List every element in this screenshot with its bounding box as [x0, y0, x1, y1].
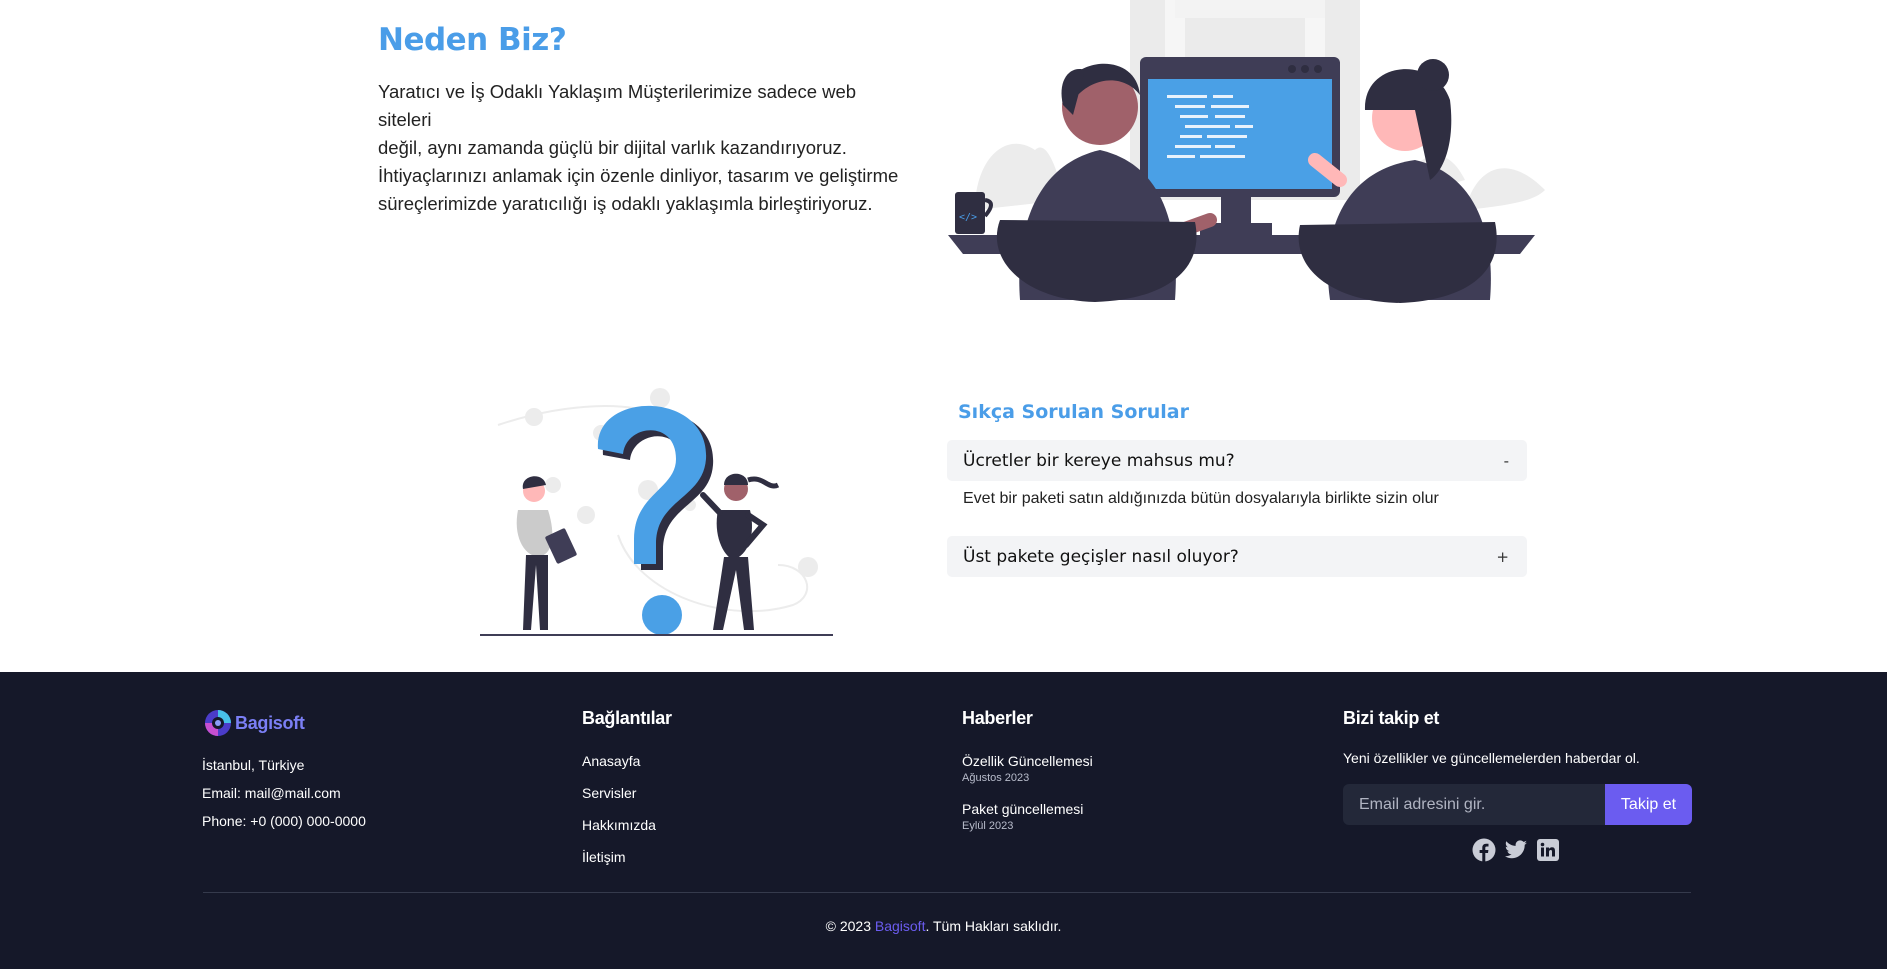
- faq-item-pricing[interactable]: Ücretler bir kereye mahsus mu? -: [947, 440, 1527, 481]
- social-links: [1472, 838, 1560, 862]
- why-us-line: değil, aynı zamanda güçlü bir dijital va…: [378, 137, 847, 158]
- news-item-title[interactable]: Paket güncellemesi: [962, 801, 1083, 817]
- faq-question: Üst pakete geçişler nasıl oluyor?: [963, 546, 1239, 567]
- footer-link-home[interactable]: Anasayfa: [582, 753, 640, 769]
- footer-link-contact[interactable]: İletişim: [582, 849, 626, 865]
- page: Neden Biz? Yaratıcı ve İş Odaklı Yaklaşı…: [0, 0, 1887, 969]
- contact-phone: Phone: +0 (000) 000-0000: [202, 813, 366, 829]
- faq-item-upgrade[interactable]: Üst pakete geçişler nasıl oluyor? +: [947, 536, 1527, 577]
- contact-email: Email: mail@mail.com: [202, 785, 341, 801]
- expand-icon[interactable]: +: [1496, 548, 1509, 566]
- copyright-brand[interactable]: Bagisoft: [875, 918, 926, 934]
- collapse-icon[interactable]: -: [1504, 452, 1509, 470]
- follow-description: Yeni özellikler ve güncellemelerden habe…: [1343, 750, 1640, 766]
- links-title: Bağlantılar: [582, 708, 672, 728]
- news-item-date: Ağustos 2023: [962, 772, 1030, 784]
- why-us-line: Yaratıcı ve İş Odaklı Yaklaşım Müşterile…: [378, 81, 857, 130]
- contact-location: İstanbul, Türkiye: [202, 757, 305, 773]
- linkedin-icon[interactable]: [1536, 838, 1560, 862]
- faq-answer: Evet bir paketi satın aldığınızda bütün …: [963, 490, 1439, 507]
- why-us-line: süreçlerimizde yaratıcılığı iş odaklı ya…: [378, 193, 873, 214]
- news-item-date: Eylül 2023: [962, 820, 1014, 832]
- twitter-icon[interactable]: [1504, 838, 1528, 862]
- svg-text:</>: </>: [959, 212, 977, 223]
- facebook-icon[interactable]: [1472, 838, 1496, 862]
- footer-divider: [203, 892, 1691, 893]
- copyright-prefix: © 2023: [825, 918, 875, 934]
- faq-question: Ücretler bir kereye mahsus mu?: [963, 450, 1235, 471]
- team-at-computer-illustration: </>: [948, 0, 1545, 303]
- faq-title: Sıkça Sorulan Sorular: [958, 401, 1189, 423]
- newsletter-form: Takip et: [1343, 784, 1692, 825]
- follow-button[interactable]: Takip et: [1605, 784, 1692, 825]
- why-us-line: İhtiyaçlarınızı anlamak için özenle dinl…: [378, 165, 899, 186]
- why-us-section: Neden Biz? Yaratıcı ve İş Odaklı Yaklaşı…: [0, 0, 1887, 340]
- copyright: © 2023 Bagisoft. Tüm Hakları saklıdır.: [0, 918, 1887, 934]
- why-us-title: Neden Biz?: [378, 22, 567, 58]
- brand-name: Bagisoft: [235, 712, 305, 733]
- footer-link-services[interactable]: Servisler: [582, 785, 636, 801]
- footer-link-about[interactable]: Hakkımızda: [582, 817, 656, 833]
- footer: Bagisoft İstanbul, Türkiye Email: mail@m…: [0, 672, 1887, 969]
- news-item-title[interactable]: Özellik Güncellemesi: [962, 753, 1093, 769]
- question-mark-people-illustration: [480, 388, 833, 636]
- footer-brand[interactable]: Bagisoft: [203, 708, 305, 738]
- news-title: Haberler: [962, 708, 1033, 728]
- follow-title: Bizi takip et: [1343, 708, 1440, 728]
- why-us-description: Yaratıcı ve İş Odaklı Yaklaşım Müşterile…: [378, 78, 908, 218]
- copyright-suffix: . Tüm Hakları saklıdır.: [925, 918, 1062, 934]
- email-input[interactable]: [1343, 784, 1605, 825]
- bagisoft-logo-icon: [205, 710, 231, 736]
